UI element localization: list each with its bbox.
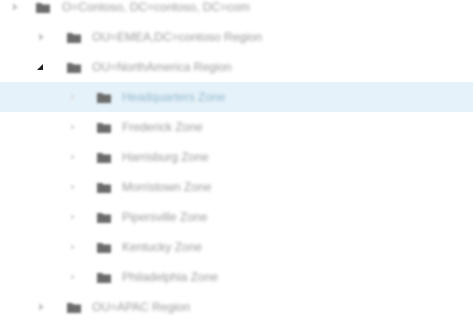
folder-icon — [96, 240, 112, 254]
folder-icon — [96, 180, 112, 194]
directory-tree: O=Contoso, DC=contoso, DC=com OU=EMEA,DC… — [0, 0, 473, 330]
folder-icon — [96, 150, 112, 164]
folder-icon — [66, 300, 82, 314]
tree-row-zone[interactable]: Harrisburg Zone — [0, 142, 473, 172]
tree-node-label: Harrisburg Zone — [122, 150, 209, 164]
tree-node-label: Headquarters Zone — [122, 90, 226, 104]
expand-arrow-icon[interactable] — [68, 122, 78, 132]
tree-row-zone[interactable]: Frederick Zone — [0, 112, 473, 142]
tree-row-zone[interactable]: Kentucky Zone — [0, 232, 473, 262]
tree-row-region[interactable]: OU=NorthAmerica Region — [0, 52, 473, 82]
expand-arrow-icon[interactable] — [36, 32, 46, 42]
tree-node-label: O=Contoso, DC=contoso, DC=com — [62, 0, 250, 14]
folder-icon — [96, 120, 112, 134]
expand-arrow-icon[interactable] — [68, 152, 78, 162]
expand-arrow-icon[interactable] — [68, 242, 78, 252]
tree-row-region[interactable]: OU=EMEA,DC=contoso Region — [0, 22, 473, 52]
expand-arrow-icon[interactable] — [68, 212, 78, 222]
folder-icon — [66, 60, 82, 74]
expand-arrow-icon[interactable] — [68, 182, 78, 192]
tree-row-zone[interactable]: Philadelphia Zone — [0, 262, 473, 292]
folder-icon — [96, 270, 112, 284]
tree-node-label: OU=EMEA,DC=contoso Region — [92, 30, 263, 44]
expand-arrow-icon[interactable] — [68, 92, 78, 102]
tree-node-label: Pipersville Zone — [122, 210, 208, 224]
tree-node-label: Frederick Zone — [122, 120, 203, 134]
tree-row-zone[interactable]: Morristown Zone — [0, 172, 473, 202]
domain-folder-icon — [35, 0, 51, 14]
tree-node-label: Philadelphia Zone — [122, 270, 219, 284]
tree-node-label: OU=APAC Region — [92, 300, 191, 314]
tree-node-label: Kentucky Zone — [122, 240, 203, 254]
expand-arrow-icon[interactable] — [10, 2, 20, 12]
tree-row-zone-selected[interactable]: Headquarters Zone — [0, 82, 473, 112]
collapse-arrow-icon[interactable] — [35, 62, 45, 72]
tree-node-label: Morristown Zone — [122, 180, 212, 194]
folder-icon — [96, 210, 112, 224]
folder-icon — [66, 30, 82, 44]
tree-row-root[interactable]: O=Contoso, DC=contoso, DC=com — [0, 0, 473, 22]
expand-arrow-icon[interactable] — [36, 302, 46, 312]
expand-arrow-icon[interactable] — [68, 272, 78, 282]
folder-icon — [96, 90, 112, 104]
tree-row-zone[interactable]: Pipersville Zone — [0, 202, 473, 232]
tree-node-label: OU=NorthAmerica Region — [92, 60, 232, 74]
tree-row-region[interactable]: OU=APAC Region — [0, 292, 473, 322]
